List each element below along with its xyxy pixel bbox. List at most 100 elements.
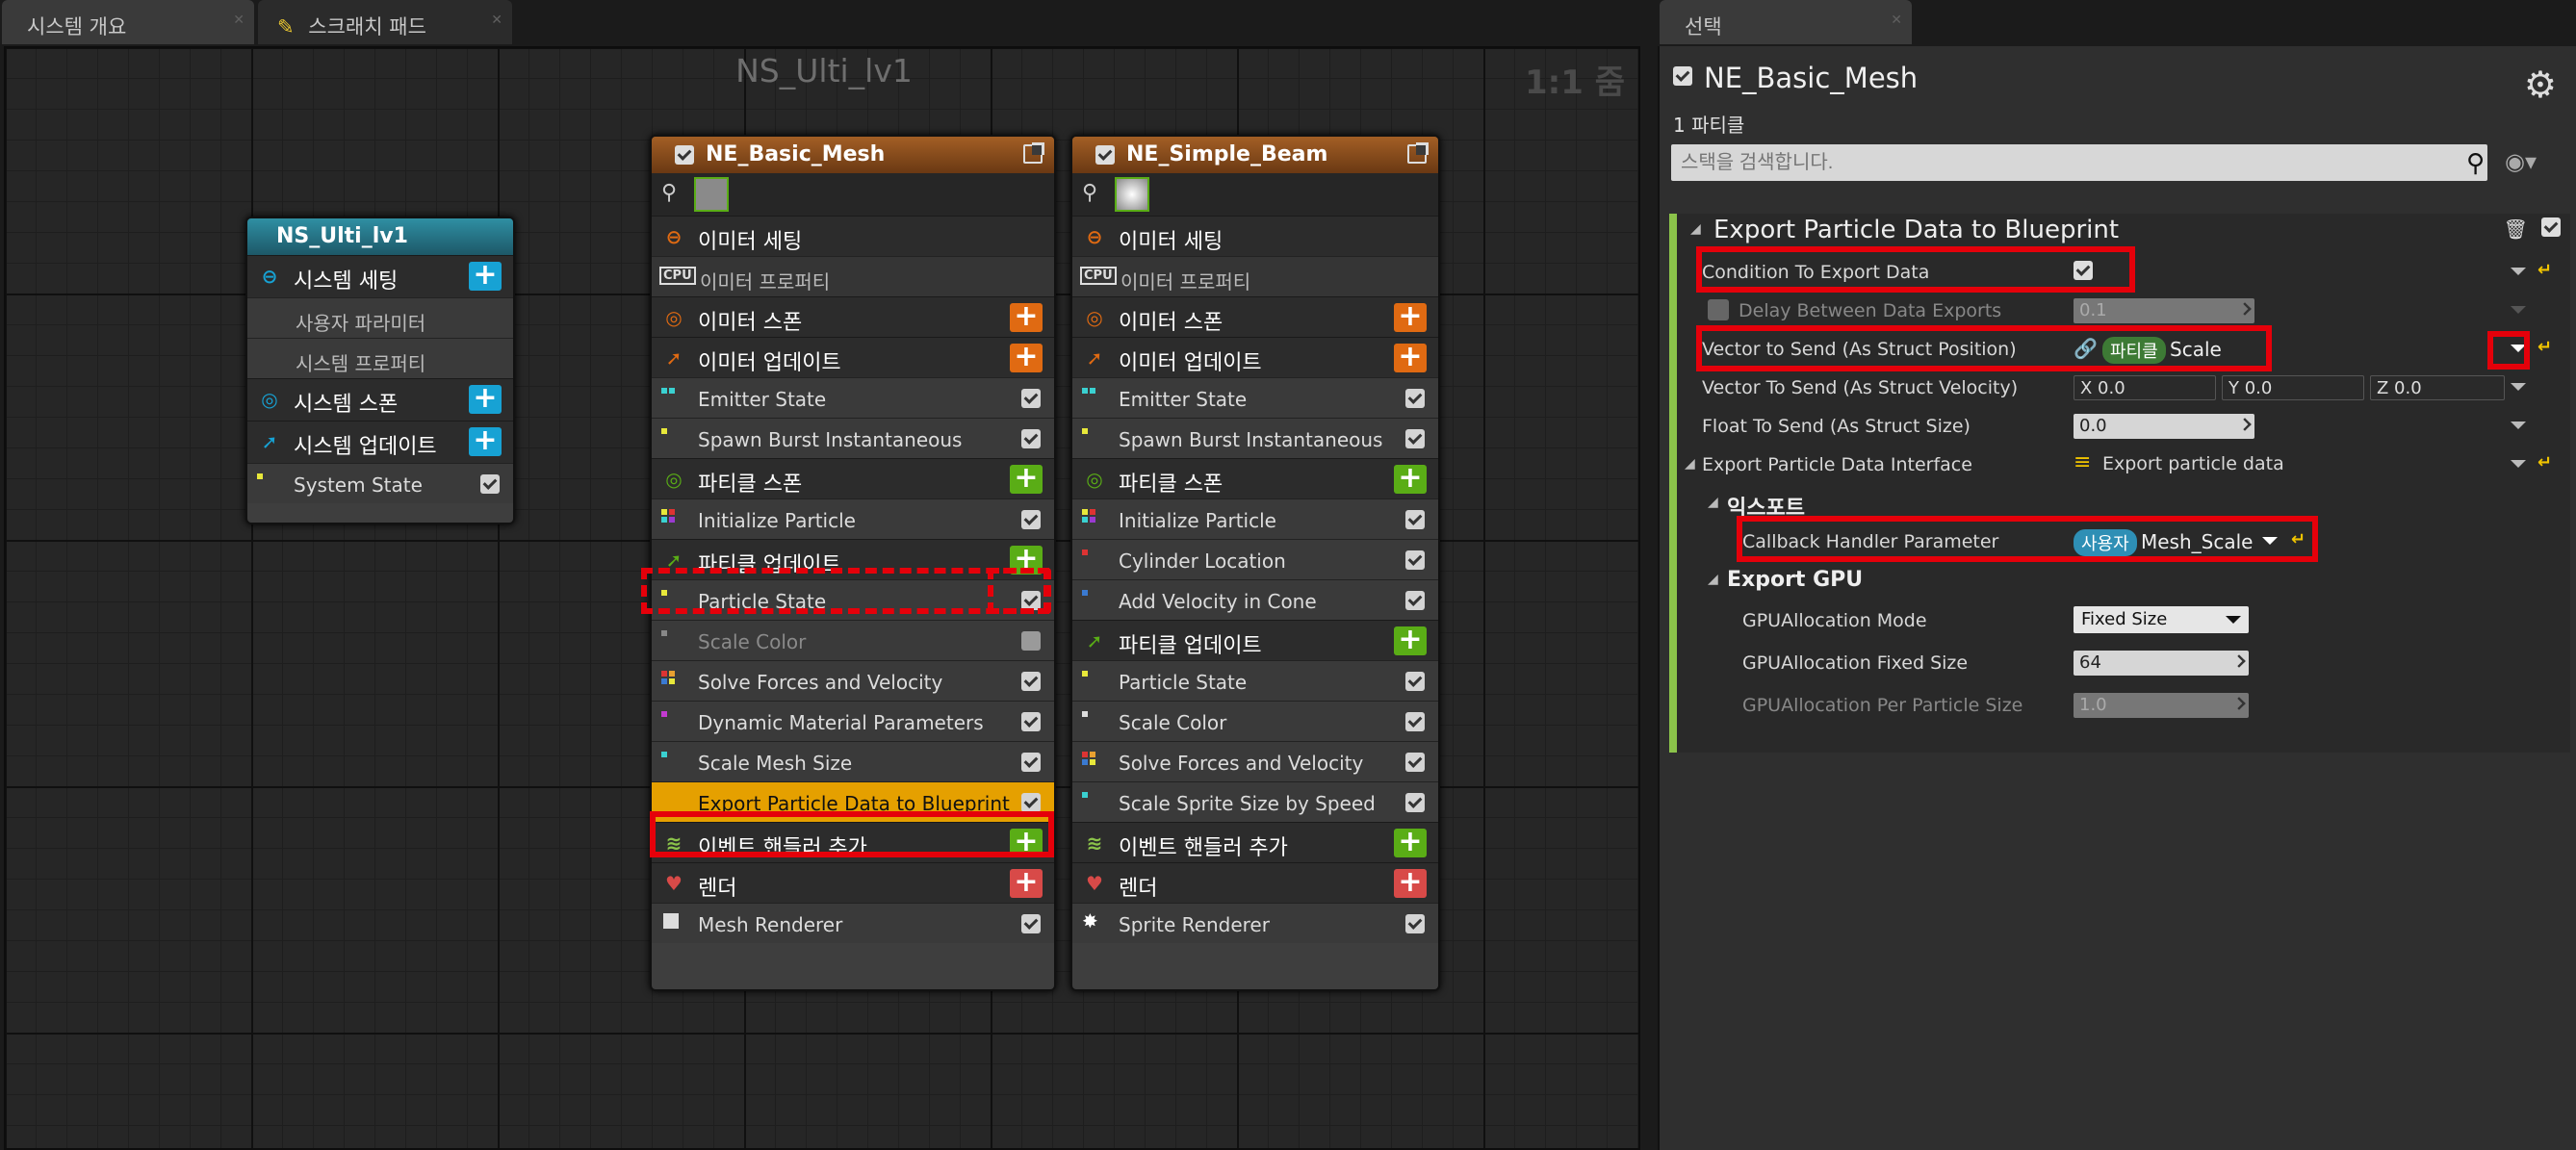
emitter-header[interactable]: NE_Basic_Mesh <box>652 137 1054 173</box>
module-emitter-state[interactable]: Emitter State <box>652 377 1054 418</box>
user-parameters[interactable]: 사용자 파라미터 <box>247 297 513 338</box>
module-particle-state[interactable]: Particle State <box>1072 660 1438 701</box>
eye-icon[interactable]: ◉▾ <box>2505 148 2537 175</box>
module-enabled-checkbox[interactable] <box>1021 510 1041 529</box>
search-input[interactable] <box>1671 144 2487 181</box>
stage-particle-update[interactable]: ➚ 파티클 업데이트 + <box>1072 620 1438 660</box>
system-node-header[interactable]: NS_Ulti_lv1 <box>247 218 513 255</box>
add-button[interactable]: + <box>1394 626 1427 655</box>
gpu-fixed-input[interactable]: 64 <box>2074 651 2249 676</box>
stage-particle-spawn[interactable]: ◎ 파티클 스폰 + <box>652 458 1054 498</box>
module-enabled-checkbox[interactable] <box>1405 672 1425 691</box>
module-emitter-state[interactable]: Emitter State <box>1072 377 1438 418</box>
close-icon[interactable]: ✕ <box>491 13 502 28</box>
module-enabled-checkbox[interactable] <box>1405 753 1425 772</box>
module-enabled-checkbox[interactable] <box>1021 429 1041 448</box>
module-enabled-checkbox[interactable] <box>1405 510 1425 529</box>
add-button[interactable]: + <box>469 384 502 414</box>
stage-emitter-spawn[interactable]: ◎ 이미터 스폰 + <box>652 296 1054 337</box>
collapse-icon[interactable]: ◢ <box>1685 456 1695 472</box>
stage-emitter-spawn[interactable]: ◎ 이미터 스폰 + <box>1072 296 1438 337</box>
tab-system-overview[interactable]: 시스템 개요 ✕ <box>2 0 254 44</box>
stage-emitter-update[interactable]: ➚ 이미터 업데이트 + <box>1072 337 1438 377</box>
stage-system-settings[interactable]: ⊖ 시스템 세팅 + <box>247 255 513 297</box>
module-enabled-checkbox[interactable] <box>1021 753 1041 772</box>
stage-emitter-update[interactable]: ➚ 이미터 업데이트 + <box>652 337 1054 377</box>
section-export-gpu[interactable]: ◢ Export GPU <box>1677 560 2570 599</box>
stage-particle-update[interactable]: ➚ 파티클 업데이트 + <box>652 539 1054 579</box>
emitter-enabled-checkbox[interactable] <box>1673 66 1692 86</box>
module-scale-sprite-size[interactable]: Scale Sprite Size by Speed <box>1072 781 1438 822</box>
stage-emitter-settings[interactable]: ⊖ 이미터 세팅 <box>1072 216 1438 256</box>
vector-y-input[interactable]: Y 0.0 <box>2222 375 2364 400</box>
module-particle-state[interactable]: Particle State <box>652 579 1054 620</box>
stage-particle-spawn[interactable]: ◎ 파티클 스폰 + <box>1072 458 1438 498</box>
add-button[interactable]: + <box>1010 828 1043 857</box>
module-enabled-checkbox[interactable] <box>2541 217 2561 237</box>
tab-selection[interactable]: 선택 ✕ <box>1660 0 1912 44</box>
stage-emitter-settings[interactable]: ⊖ 이미터 세팅 <box>652 216 1054 256</box>
chevron-down-icon[interactable] <box>2511 460 2526 468</box>
add-button[interactable]: + <box>1010 302 1043 332</box>
module-enabled-checkbox[interactable] <box>1405 712 1425 731</box>
add-button[interactable]: + <box>1394 343 1427 372</box>
module-enabled-checkbox[interactable] <box>1021 631 1041 651</box>
stage-add-event-handler[interactable]: ≋ 이벤트 핸들러 추가 + <box>652 822 1054 862</box>
module-enabled-checkbox[interactable] <box>1405 914 1425 933</box>
module-enabled-checkbox[interactable] <box>1405 550 1425 570</box>
delay-checkbox[interactable] <box>1708 299 1729 320</box>
emitter-properties[interactable]: CPU 이미터 프로퍼티 <box>1072 256 1438 296</box>
linked-value[interactable]: Scale <box>2170 338 2222 361</box>
module-mesh-renderer[interactable]: Mesh Renderer <box>652 903 1054 943</box>
reset-icon[interactable]: ↵ <box>2291 529 2306 549</box>
add-button[interactable]: + <box>1010 464 1043 494</box>
tab-scratch-pad[interactable]: ✎ 스크래치 패드 ✕ <box>258 0 512 44</box>
emitter-node-basic-mesh[interactable]: NE_Basic_Mesh ⚲ ⊖ 이미터 세팅 CPU 이미터 프로퍼티 ◎ 이미터… <box>650 135 1056 991</box>
system-node[interactable]: NS_Ulti_lv1 ⊖ 시스템 세팅 + 사용자 파라미터 시스템 프로퍼티… <box>245 217 515 524</box>
chevron-down-icon[interactable] <box>2262 537 2278 545</box>
module-add-velocity-cone[interactable]: Add Velocity in Cone <box>1072 579 1438 620</box>
module-export-particle-data[interactable]: Export Particle Data to Blueprint <box>652 781 1054 822</box>
delay-input[interactable]: 0.1 <box>2074 298 2254 323</box>
float-input[interactable]: 0.0 <box>2074 414 2254 439</box>
module-sprite-renderer[interactable]: ✸ Sprite Renderer <box>1072 903 1438 943</box>
search-icon[interactable]: ⚲ <box>2466 149 2485 178</box>
emitter-enabled-checkbox[interactable] <box>675 145 694 165</box>
chevron-down-icon[interactable] <box>2511 345 2526 352</box>
add-button[interactable]: + <box>1010 868 1043 898</box>
vector-z-input[interactable]: Z 0.0 <box>2370 375 2505 400</box>
module-scale-mesh-size[interactable]: Scale Mesh Size <box>652 741 1054 781</box>
emitter-node-simple-beam[interactable]: NE_Simple_Beam ⚲ ⊖ 이미터 세팅 CPU 이미터 프로퍼티 ◎ 이미… <box>1070 135 1440 991</box>
module-enabled-checkbox[interactable] <box>1021 793 1041 812</box>
module-spawn-burst[interactable]: Spawn Burst Instantaneous <box>652 418 1054 458</box>
open-external-icon[interactable] <box>1023 142 1044 164</box>
stage-render[interactable]: ♥ 렌더 + <box>1072 862 1438 903</box>
module-header[interactable]: ◢ Export Particle Data to Blueprint 🗑 <box>1677 208 2570 252</box>
reset-icon[interactable]: ↵ <box>2537 260 2552 280</box>
trash-icon[interactable]: 🗑 <box>2504 217 2528 241</box>
reset-icon[interactable]: ↵ <box>2537 337 2552 357</box>
stage-render[interactable]: ♥ 렌더 + <box>652 862 1054 903</box>
add-button[interactable]: + <box>469 261 502 291</box>
close-icon[interactable]: ✕ <box>233 13 245 28</box>
module-scale-color[interactable]: Scale Color <box>1072 701 1438 741</box>
add-button[interactable]: + <box>469 426 502 456</box>
section-export[interactable]: ◢ 익스포트 <box>1677 483 2570 522</box>
module-spawn-burst[interactable]: Spawn Burst Instantaneous <box>1072 418 1438 458</box>
module-enabled-checkbox[interactable] <box>1405 429 1425 448</box>
system-properties[interactable]: 시스템 프로퍼티 <box>247 338 513 378</box>
module-enabled-checkbox[interactable] <box>1021 389 1041 408</box>
module-enabled-checkbox[interactable] <box>1021 591 1041 610</box>
module-enabled-checkbox[interactable] <box>1405 793 1425 812</box>
module-system-state[interactable]: System State <box>247 463 513 503</box>
add-button[interactable]: + <box>1010 343 1043 372</box>
collapse-icon[interactable]: ◢ <box>1708 572 1718 587</box>
chevron-down-icon[interactable] <box>2511 383 2526 391</box>
gpu-mode-select[interactable]: Fixed Size <box>2074 606 2249 633</box>
module-enabled-checkbox[interactable] <box>1021 672 1041 691</box>
chevron-down-icon[interactable] <box>2511 268 2526 275</box>
condition-checkbox[interactable] <box>2074 261 2093 280</box>
gpu-per-input[interactable]: 1.0 <box>2074 693 2249 718</box>
module-solve-forces[interactable]: Solve Forces and Velocity <box>652 660 1054 701</box>
stage-add-event-handler[interactable]: ≋ 이벤트 핸들러 추가 + <box>1072 822 1438 862</box>
